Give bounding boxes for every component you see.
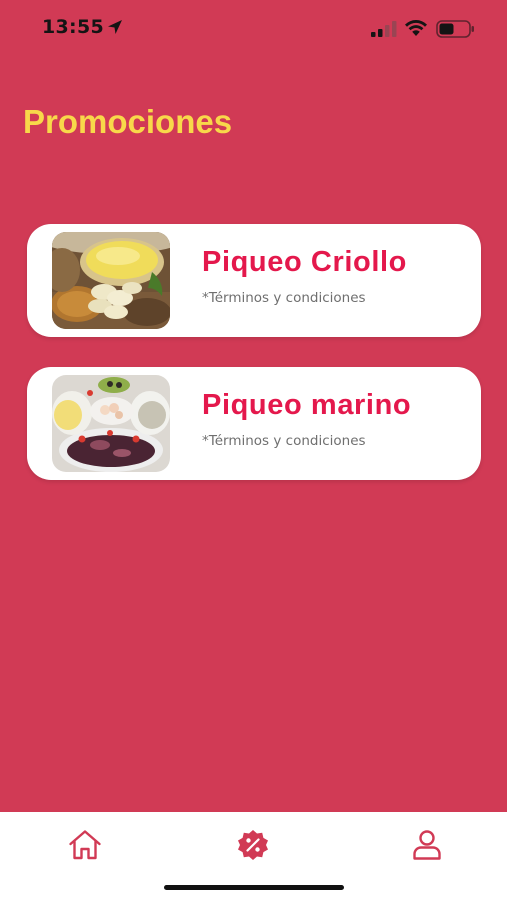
promo-title: Piqueo marino [202, 389, 412, 421]
discount-badge-icon [238, 830, 268, 860]
tab-home[interactable] [67, 828, 103, 862]
cellular-signal-icon [371, 21, 397, 37]
status-time: 13:55 [42, 16, 104, 38]
promotions-screen: 13:55 Promociones Piqueo Criollo *Términ… [0, 0, 507, 900]
home-indicator[interactable] [164, 885, 344, 890]
tab-promotions[interactable] [235, 828, 271, 862]
page-title: Promociones [23, 103, 233, 140]
profile-icon [413, 830, 441, 860]
status-bar: 13:55 [0, 0, 507, 58]
promo-card-piqueo-marino[interactable]: Piqueo marino *Términos y condiciones [27, 367, 481, 480]
tab-profile[interactable] [409, 828, 445, 862]
terms-link[interactable]: *Términos y condiciones [202, 290, 366, 306]
terms-link[interactable]: *Términos y condiciones [202, 433, 366, 449]
piqueo-criollo-photo [52, 232, 170, 329]
home-icon [69, 830, 101, 860]
promo-title: Piqueo Criollo [202, 246, 407, 278]
wifi-icon [405, 20, 427, 36]
battery-icon [436, 20, 474, 38]
piqueo-marino-photo [52, 375, 170, 472]
promo-card-piqueo-criollo[interactable]: Piqueo Criollo *Términos y condiciones [27, 224, 481, 337]
location-arrow-icon [108, 20, 122, 34]
